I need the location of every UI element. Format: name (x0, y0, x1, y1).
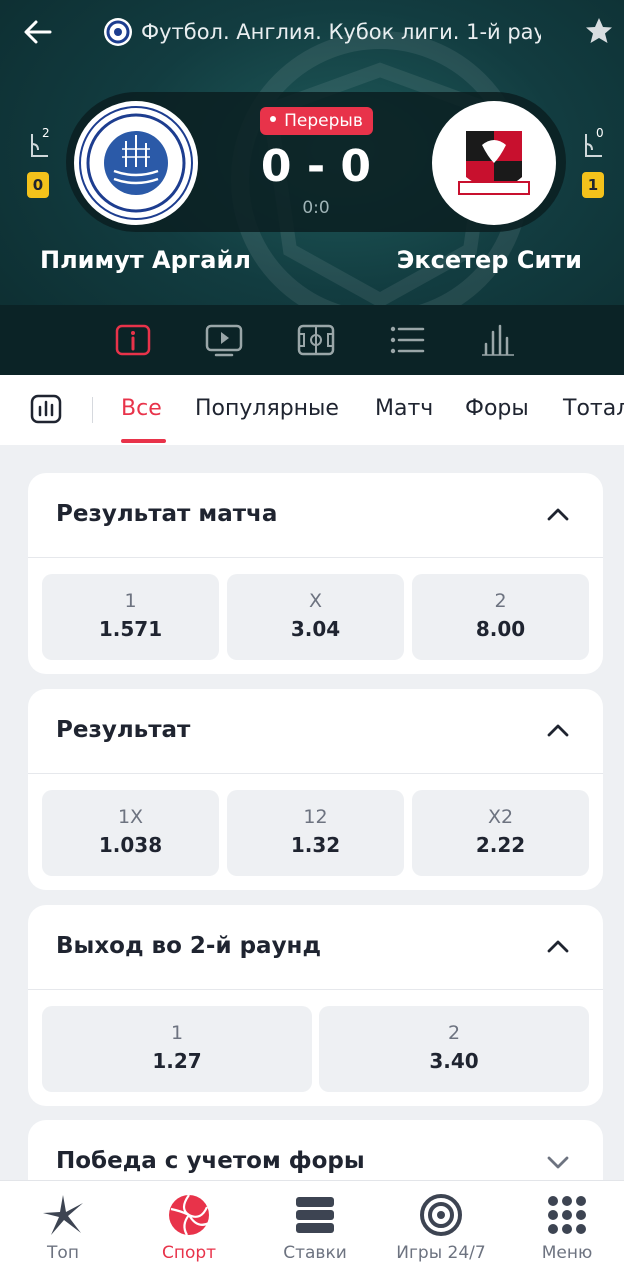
away-team-name: Эксетер Сити (396, 246, 582, 274)
odd-button[interactable]: 12 1.32 (227, 790, 404, 876)
odd-button[interactable]: 1X 1.038 (42, 790, 219, 876)
odd-label: 2 (447, 1022, 461, 1044)
chevron-up-icon[interactable] (544, 717, 572, 745)
odd-label: 1X (117, 806, 144, 828)
market-match-result: Результат матча 1 1.571 X 3.04 2 8.00 (28, 473, 603, 674)
tab-match[interactable]: Матч (375, 395, 433, 423)
odd-button[interactable]: 2 8.00 (412, 574, 589, 660)
odd-value: 8.00 (475, 617, 526, 641)
match-header: Футбол. Англия. Кубок лиги. 1-й рау... П… (0, 0, 624, 375)
away-yellow-cards: 1 (582, 172, 604, 198)
market-header[interactable]: Выход во 2-й раунд (28, 905, 603, 990)
market-header[interactable]: Результат матча (28, 473, 603, 558)
video-icon[interactable] (204, 322, 244, 358)
nav-label: Игры 24/7 (396, 1243, 486, 1263)
market-header[interactable]: Результат (28, 689, 603, 774)
chevron-down-icon[interactable] (544, 1148, 572, 1176)
nav-item-games[interactable]: Игры 24/7 (379, 1181, 503, 1280)
top-bar: Футбол. Англия. Кубок лиги. 1-й рау... (0, 0, 624, 64)
bet-slip-icon (296, 1197, 334, 1233)
half-score: 0:0 (302, 198, 330, 218)
home-team-name: Плимут Аргайл (40, 246, 251, 274)
nav-item-top[interactable]: Топ (1, 1181, 125, 1280)
back-arrow-icon[interactable] (18, 12, 58, 52)
stats-toggle-icon[interactable] (30, 393, 62, 425)
odd-button[interactable]: X 3.04 (227, 574, 404, 660)
nav-label: Меню (541, 1243, 593, 1263)
nav-label: Ставки (283, 1243, 347, 1263)
home-corners: 2 (24, 126, 54, 160)
match-score: 0 - 0 (260, 141, 372, 192)
grid-menu-icon (548, 1196, 586, 1234)
market-to-qualify: Выход во 2-й раунд 1 1.27 2 3.40 (28, 905, 603, 1106)
odd-value: 2.22 (475, 833, 526, 857)
nav-item-bets[interactable]: Ставки (253, 1181, 377, 1280)
league-logo-icon (104, 18, 132, 46)
nav-label: Спорт (161, 1243, 217, 1263)
favorite-star-icon[interactable] (582, 14, 616, 48)
odd-label: 2 (494, 590, 507, 612)
away-corners-count: 0 (596, 126, 604, 140)
odd-value: 3.04 (290, 617, 341, 641)
odd-button[interactable]: 2 3.40 (319, 1006, 589, 1092)
match-view-tabs (0, 305, 624, 375)
odd-value: 1.27 (152, 1049, 202, 1073)
odd-label: 1 (124, 590, 137, 612)
tab-totals[interactable]: Тотал (563, 395, 624, 423)
nav-item-sport[interactable]: Спорт (127, 1181, 251, 1280)
stats-bars-icon[interactable] (478, 322, 518, 358)
home-yellow-cards: 0 (27, 172, 49, 198)
home-corners-count: 2 (42, 126, 50, 140)
odd-button[interactable]: 1 1.571 (42, 574, 219, 660)
market-title: Выход во 2-й раунд (56, 933, 322, 959)
volleyball-icon (169, 1194, 210, 1236)
home-team-logo (74, 101, 198, 225)
odd-value: 1.32 (290, 833, 341, 857)
bottom-navigation: Топ Спорт Ставки Игры 24/7 Меню (0, 1181, 624, 1280)
tab-all[interactable]: Все (121, 395, 162, 423)
market-title: Результат (56, 717, 191, 743)
market-double-chance: Результат 1X 1.038 12 1.32 X2 2.22 (28, 689, 603, 890)
active-tab-indicator (121, 439, 166, 443)
nav-item-menu[interactable]: Меню (505, 1181, 624, 1280)
match-status-badge: Перерыв (260, 107, 373, 135)
chevron-up-icon[interactable] (544, 933, 572, 961)
star-burst-icon (43, 1195, 83, 1235)
odd-button[interactable]: X2 2.22 (412, 790, 589, 876)
nav-label: Топ (47, 1243, 79, 1263)
list-icon[interactable] (387, 322, 427, 358)
chevron-up-icon[interactable] (544, 501, 572, 529)
odd-value: 3.40 (429, 1049, 479, 1073)
odd-label: 12 (303, 806, 328, 828)
league-title[interactable]: Футбол. Англия. Кубок лиги. 1-й рау... (141, 18, 541, 46)
odds-row: 1 1.27 2 3.40 (28, 990, 603, 1092)
odd-label: X2 (487, 806, 514, 828)
odds-row: 1X 1.038 12 1.32 X2 2.22 (28, 774, 603, 876)
market-title: Результат матча (56, 501, 278, 527)
away-corners: 0 (578, 126, 608, 160)
odds-row: 1 1.571 X 3.04 2 8.00 (28, 558, 603, 660)
odd-label: 1 (170, 1022, 184, 1044)
target-icon (420, 1194, 462, 1236)
away-team-logo (432, 101, 556, 225)
info-icon[interactable] (113, 322, 153, 358)
market-category-tabs: Все Популярные Матч Форы Тотал (0, 375, 624, 445)
market-title: Победа с учетом форы (56, 1148, 365, 1174)
field-icon[interactable] (296, 322, 336, 358)
odd-button[interactable]: 1 1.27 (42, 1006, 312, 1092)
odd-value: 1.571 (98, 617, 163, 641)
divider (92, 397, 93, 423)
odd-value: 1.038 (98, 833, 163, 857)
tab-handicaps[interactable]: Форы (465, 395, 529, 423)
tab-popular[interactable]: Популярные (195, 395, 339, 423)
odd-label: X (308, 590, 323, 612)
